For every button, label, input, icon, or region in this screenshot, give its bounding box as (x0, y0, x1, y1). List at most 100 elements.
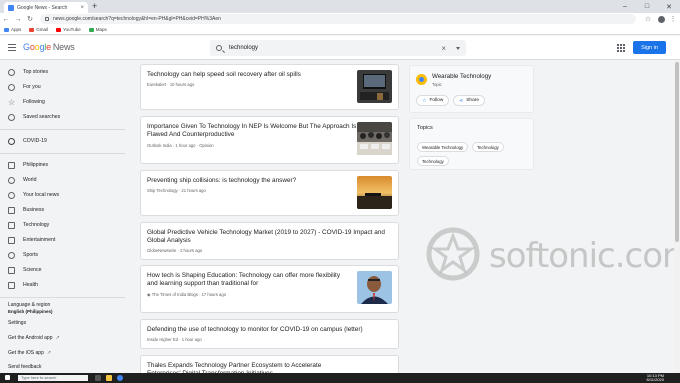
sidebar-item-world[interactable]: World (0, 173, 120, 187)
window-close-icon[interactable]: ✕ (658, 0, 680, 13)
article-card[interactable]: Importance Given To Technology In NEP Is… (140, 116, 399, 164)
google-news-favicon (8, 4, 14, 11)
google-news-logo[interactable]: Google News (23, 42, 75, 53)
article-card[interactable]: Technology can help speed soil recovery … (140, 64, 399, 110)
tab-close-icon[interactable]: × (80, 5, 84, 11)
android-app-link[interactable]: Get the Android app ↗ (8, 335, 60, 341)
tab-bar: Google News - Search × + – □ ✕ (0, 0, 680, 13)
forward-icon[interactable]: → (12, 16, 24, 23)
taskbar-search[interactable]: Type here to search (18, 375, 88, 381)
article-title[interactable]: Preventing ship collisions: is technolog… (147, 177, 347, 185)
topic-chip[interactable]: Technology (417, 156, 449, 166)
article-thumbnail[interactable] (357, 70, 392, 103)
settings-link[interactable]: Settings (8, 320, 26, 326)
article-title[interactable]: Defending the use of technology to monit… (147, 326, 392, 334)
article-meta: Outlook India · 1 hour ago · Opinion (147, 143, 214, 148)
article-card[interactable]: Thales Expands Technology Partner Ecosys… (140, 355, 399, 373)
sidebar-item-philippines[interactable]: Philippines (0, 158, 120, 172)
taskbar-clock[interactable]: 10:13 PM 8/11/2020 (647, 374, 665, 382)
bookmark-star-icon[interactable]: ☆ (642, 13, 654, 25)
profile-icon[interactable] (655, 13, 667, 25)
topic-name[interactable]: Wearable Technology (432, 73, 491, 80)
tab-title: Google News - Search (17, 4, 68, 11)
windows-start-icon[interactable] (5, 375, 10, 380)
bookmark-gmail[interactable]: Gmail (29, 27, 48, 32)
language-region-label[interactable]: Language & region (8, 302, 50, 308)
sidebar-item-health[interactable]: Health (0, 278, 120, 292)
search-input[interactable]: technology (229, 45, 441, 51)
clear-search-icon[interactable]: × (441, 44, 446, 53)
reload-icon[interactable]: ↻ (24, 15, 36, 23)
ios-app-link[interactable]: Get the iOS app ↗ (8, 350, 51, 356)
file-explorer-icon[interactable] (106, 375, 112, 381)
sidebar-item-sports[interactable]: Sports (0, 248, 120, 262)
article-card[interactable]: How tech is Shaping Education: Technolog… (140, 265, 399, 313)
google-apps-icon[interactable] (617, 44, 625, 52)
article-card[interactable]: Global Predictive Vehicle Technology Mar… (140, 222, 399, 260)
article-title[interactable]: Technology can help speed soil recovery … (147, 71, 347, 79)
follow-button[interactable]: ☆ Follow (416, 95, 450, 106)
new-tab-button[interactable]: + (92, 1, 97, 12)
bike-icon (8, 251, 15, 259)
bookmarks-bar: Apps Gmail YouTube Maps (0, 25, 680, 35)
article-meta: ◉ The Times of India Blogs · 17 hours ag… (147, 292, 227, 297)
search-options-icon[interactable] (456, 46, 460, 50)
article-thumbnail[interactable] (357, 271, 392, 304)
search-icon[interactable] (216, 45, 222, 51)
address-bar[interactable]: news.google.com/search?q=technology&hl=e… (40, 14, 636, 24)
sidebar-item-following[interactable]: ☆ Following (0, 95, 120, 109)
article-title[interactable]: How tech is Shaping Education: Technolog… (147, 272, 352, 288)
sidebar-divider (0, 153, 125, 154)
sidebar-item-entertainment[interactable]: Entertainment (0, 233, 120, 247)
search-bar[interactable]: technology × (210, 40, 466, 56)
windows-taskbar: Type here to search 10:13 PM 8/11/2020 (0, 373, 680, 383)
article-card[interactable]: Preventing ship collisions: is technolog… (140, 170, 399, 216)
topic-card: Wearable Technology Topic ☆ Follow ⋖ Share (409, 65, 534, 113)
maximize-icon[interactable]: □ (636, 0, 658, 13)
sidebar-item-technology[interactable]: Technology (0, 218, 120, 232)
lock-icon (45, 17, 49, 21)
softonic-watermark: softonic.com (423, 222, 680, 292)
url-text: news.google.com/search?q=technology&hl=e… (53, 16, 221, 22)
article-thumbnail[interactable] (357, 176, 392, 209)
sidebar-item-saved-searches[interactable]: Saved searches (0, 110, 120, 124)
sidebar-divider (0, 129, 125, 130)
star-icon: ☆ (422, 97, 427, 104)
sidebar-item-for-you[interactable]: For you (0, 80, 120, 94)
article-title[interactable]: Thales Expands Technology Partner Ecosys… (147, 362, 347, 373)
article-thumbnail[interactable] (357, 122, 392, 155)
chip-icon (8, 221, 15, 229)
article-title[interactable]: Global Predictive Vehicle Technology Mar… (147, 229, 392, 245)
bookmark-apps[interactable]: Apps (4, 27, 21, 32)
article-card[interactable]: Defending the use of technology to monit… (140, 319, 399, 349)
scrollbar-thumb[interactable] (675, 62, 679, 242)
chrome-menu-icon[interactable]: ⋮ (667, 13, 679, 25)
hamburger-menu-icon[interactable] (8, 44, 16, 51)
back-icon[interactable]: ← (0, 16, 12, 23)
sidebar-item-science[interactable]: Science (0, 263, 120, 277)
sidebar-item-local-news[interactable]: Your local news (0, 188, 120, 202)
topic-chip[interactable]: Wearable Technology (417, 142, 469, 152)
apps-icon (4, 27, 9, 32)
sidebar-divider (0, 297, 125, 298)
send-feedback-link[interactable]: Send feedback (8, 364, 41, 370)
chrome-icon[interactable] (117, 375, 123, 381)
article-title[interactable]: Importance Given To Technology In NEP Is… (147, 123, 357, 139)
topic-chip[interactable]: Technology (472, 142, 504, 152)
minimize-icon[interactable]: – (614, 0, 636, 13)
browser-tab[interactable]: Google News - Search × (4, 2, 88, 13)
bookmark-youtube[interactable]: YouTube (56, 27, 81, 32)
bookmark-maps[interactable]: Maps (88, 27, 107, 32)
sidebar-item-covid[interactable]: COVID-19 (0, 134, 120, 148)
share-button[interactable]: ⋖ Share (453, 95, 486, 106)
external-link-icon: ↗ (46, 350, 52, 356)
youtube-icon (56, 27, 62, 32)
sidebar-item-top-stories[interactable]: Top stories (0, 65, 120, 79)
article-meta: Inside Higher Ed · 1 hour ago (147, 337, 202, 342)
health-icon (8, 281, 15, 289)
browser-toolbar: ← → ↻ news.google.com/search?q=technolog… (0, 13, 680, 25)
task-view-icon[interactable] (95, 375, 101, 381)
sign-in-button[interactable]: Sign in (633, 41, 666, 54)
sidebar-item-business[interactable]: Business (0, 203, 120, 217)
globe-icon (8, 176, 15, 184)
